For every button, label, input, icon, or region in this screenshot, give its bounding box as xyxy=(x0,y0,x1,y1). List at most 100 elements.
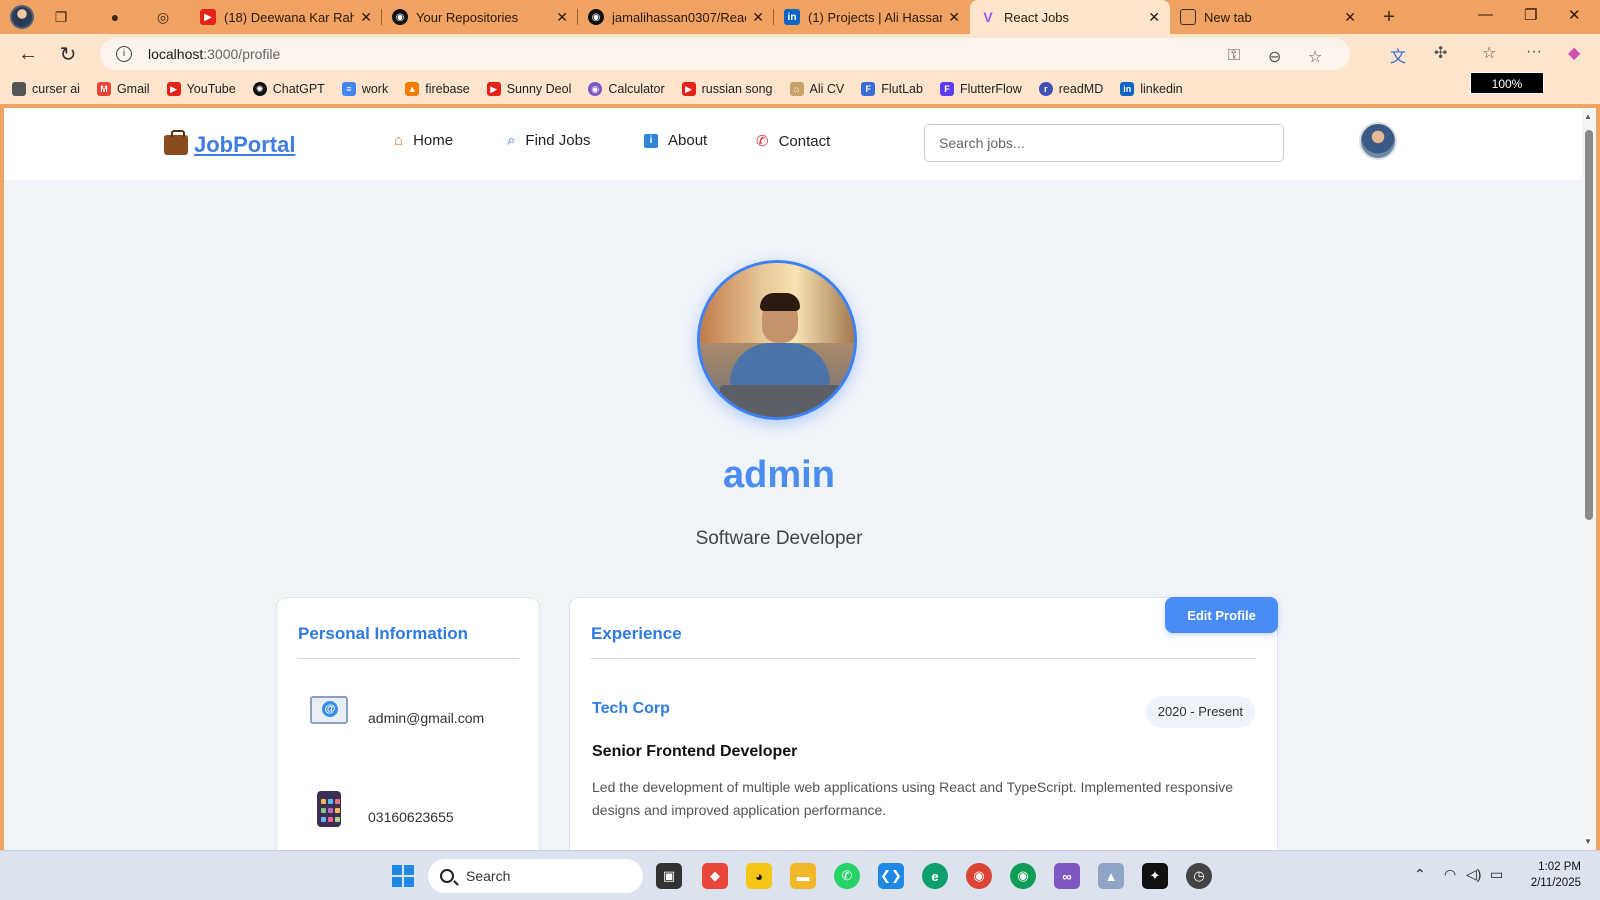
tab-youtube[interactable]: ▶ (18) Deewana Kar Raha H ✕ xyxy=(190,0,382,34)
page-scrollbar[interactable]: ▲ ▼ xyxy=(1582,108,1596,850)
youtube-icon: ▶ xyxy=(166,82,181,96)
bookmark[interactable]: curser ai xyxy=(12,82,80,96)
chrome-alt-icon[interactable]: ◉ xyxy=(1010,863,1036,889)
taskbar-search[interactable]: Search xyxy=(428,859,643,893)
windows-start-icon[interactable] xyxy=(390,863,416,889)
nav-about[interactable]: i About xyxy=(644,132,707,149)
house-icon: ⌂ xyxy=(394,132,404,149)
favorites-icon[interactable]: ☆ xyxy=(1482,43,1496,63)
favorite-star-icon[interactable]: ☆ xyxy=(1308,47,1322,67)
docs-icon: ≡ xyxy=(341,82,356,96)
app-icon[interactable]: ✦ xyxy=(1142,863,1168,889)
minimize-icon[interactable]: — xyxy=(1478,6,1493,23)
vscode-icon[interactable]: ❮❯ xyxy=(878,863,904,889)
tab-new-tab[interactable]: New tab ✕ xyxy=(1170,0,1366,34)
more-menu-icon[interactable]: ··· xyxy=(1526,43,1542,61)
edge-icon[interactable]: e xyxy=(922,863,948,889)
tab-linkedin[interactable]: in (1) Projects | Ali Hassan | L ✕ xyxy=(774,0,970,34)
extensions-icon[interactable]: ✣ xyxy=(1434,43,1447,63)
site-header: JobPortal ⌂ Home ⌕ Find Jobs i About ✆ C… xyxy=(4,108,1582,180)
restore-icon[interactable]: ❐ xyxy=(1524,6,1537,24)
edit-profile-button[interactable]: Edit Profile xyxy=(1165,597,1278,633)
bookmark[interactable]: ▶ YouTube xyxy=(166,82,236,96)
clock-app-icon[interactable]: ◷ xyxy=(1186,863,1212,889)
nav-find-jobs[interactable]: ⌕ Find Jobs xyxy=(507,132,590,149)
wifi-icon[interactable]: ◠ xyxy=(1444,866,1456,883)
nav-contact[interactable]: ✆ Contact xyxy=(756,132,830,151)
cv-icon: ⌂ xyxy=(789,82,804,96)
zoom-out-icon[interactable]: ⊖ xyxy=(1268,47,1281,67)
experience-job-title: Senior Frontend Developer xyxy=(592,743,798,760)
nav-home[interactable]: ⌂ Home xyxy=(394,132,453,149)
scroll-down-icon[interactable]: ▼ xyxy=(1584,837,1592,846)
file-explorer-icon[interactable]: ▬ xyxy=(790,863,816,889)
tab-your-repositories[interactable]: ◉ Your Repositories ✕ xyxy=(382,0,578,34)
site-logo[interactable]: JobPortal xyxy=(164,130,295,158)
tab-github-repo[interactable]: ◉ jamalihassan0307/React-J ✕ xyxy=(578,0,774,34)
pinned-tab-icon[interactable]: ● xyxy=(106,8,124,26)
github-icon: ◉ xyxy=(392,9,408,25)
whatsapp-icon[interactable]: ✆ xyxy=(834,863,860,889)
task-view-icon[interactable]: ▣ xyxy=(656,863,682,889)
bookmark[interactable]: ≡ work xyxy=(341,82,388,96)
close-tab-icon[interactable]: ✕ xyxy=(948,9,960,26)
gmail-icon: M xyxy=(96,82,111,96)
taskbar-clock[interactable]: 1:02 PM 2/11/2025 xyxy=(1515,859,1581,891)
bookmark[interactable]: ⌂ Ali CV xyxy=(789,82,844,96)
firebase-icon: ▲ xyxy=(405,82,420,96)
workspaces-icon[interactable]: ❐ xyxy=(52,8,70,26)
scrollbar-thumb[interactable] xyxy=(1585,130,1593,520)
copilot-icon[interactable]: ◆ xyxy=(1568,43,1580,63)
site-info-icon[interactable]: i xyxy=(116,46,132,62)
reload-icon[interactable]: ↻ xyxy=(48,42,88,67)
bookmark[interactable]: ▶ russian song xyxy=(681,82,773,96)
avatar[interactable] xyxy=(1359,122,1397,160)
bookmark[interactable]: F FlutLab xyxy=(861,82,923,96)
close-window-icon[interactable]: ✕ xyxy=(1568,6,1581,24)
bookmark[interactable]: r readMD xyxy=(1038,82,1103,96)
bookmark[interactable]: in linkedin xyxy=(1120,82,1183,96)
browser-profile-avatar[interactable] xyxy=(10,5,34,29)
bookmark[interactable]: ◉ Calculator xyxy=(588,82,665,96)
close-tab-icon[interactable]: ✕ xyxy=(360,9,372,26)
youtube-icon: ▶ xyxy=(200,9,216,25)
chrome-icon[interactable]: ◉ xyxy=(966,863,992,889)
scroll-up-icon[interactable]: ▲ xyxy=(1584,112,1592,121)
card-title: Personal Information xyxy=(298,624,469,643)
bookmark[interactable]: M Gmail xyxy=(96,82,150,96)
youtube-icon: ▶ xyxy=(486,82,501,96)
address-bar[interactable]: i localhost:3000/profile ⚿ ⊖ ☆ xyxy=(100,38,1350,70)
close-tab-icon[interactable]: ✕ xyxy=(556,9,568,26)
chart-app-icon[interactable]: ▲ xyxy=(1098,863,1124,889)
battery-icon[interactable]: ▭ xyxy=(1490,866,1503,883)
youtube-icon: ▶ xyxy=(681,82,696,96)
linkedin-icon: in xyxy=(1120,82,1135,96)
flutterflow-icon: F xyxy=(939,82,954,96)
close-tab-icon[interactable]: ✕ xyxy=(752,9,764,26)
chat-app-icon[interactable]: ◕ xyxy=(746,863,772,889)
new-tab-page-icon xyxy=(1180,9,1196,25)
bookmark[interactable]: ▲ firebase xyxy=(405,82,470,96)
search-jobs-input[interactable] xyxy=(924,124,1284,162)
close-tab-icon[interactable]: ✕ xyxy=(1344,9,1356,26)
card-title: Experience xyxy=(591,624,682,643)
bookmark[interactable]: ✺ ChatGPT xyxy=(252,82,325,96)
divider xyxy=(591,658,1256,659)
visual-studio-icon[interactable]: ∞ xyxy=(1054,863,1080,889)
mobile-phone-icon xyxy=(317,791,341,827)
bookmark[interactable]: ▶ Sunny Deol xyxy=(486,82,571,96)
back-arrow-icon[interactable]: ← xyxy=(8,43,48,66)
volume-icon[interactable]: ◁) xyxy=(1466,866,1481,883)
bookmark[interactable]: F FlutterFlow xyxy=(939,82,1022,96)
translate-icon[interactable]: 文 xyxy=(1390,43,1406,67)
new-tab-plus-icon[interactable]: + xyxy=(1380,6,1398,28)
address-toolbar: ← ↻ i localhost:3000/profile ⚿ ⊖ ☆ 文 ✣ ☆… xyxy=(0,34,1600,74)
pinned-tab-icon[interactable]: ◎ xyxy=(154,8,172,26)
experience-period-badge: 2020 - Present xyxy=(1145,696,1255,728)
anydesk-icon[interactable]: ◆ xyxy=(702,863,728,889)
tab-react-jobs[interactable]: V React Jobs ✕ xyxy=(970,0,1170,34)
briefcase-icon xyxy=(164,130,188,155)
close-tab-icon[interactable]: ✕ xyxy=(1148,9,1160,26)
key-icon[interactable]: ⚿ xyxy=(1228,47,1240,65)
show-hidden-icons-icon[interactable]: ⌃ xyxy=(1414,866,1426,883)
